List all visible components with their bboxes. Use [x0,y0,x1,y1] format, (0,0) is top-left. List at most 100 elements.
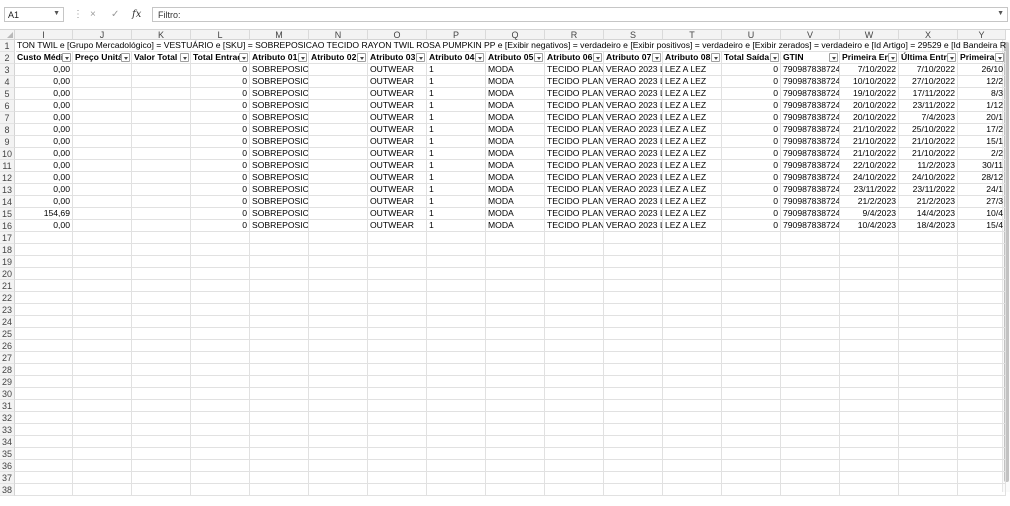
table-cell[interactable]: SOBREPOSICAO [250,112,309,124]
filter-dropdown-icon[interactable] [711,53,720,62]
empty-cell[interactable] [73,472,132,484]
empty-cell[interactable] [368,352,427,364]
table-cell[interactable]: TECIDO PLANO [545,100,604,112]
table-cell[interactable]: 22/10/2022 [840,160,899,172]
name-box[interactable]: A1 ▼ [4,7,64,22]
table-cell[interactable]: OUTWEAR [368,76,427,88]
empty-cell[interactable] [604,424,663,436]
empty-cell[interactable] [899,448,958,460]
table-cell[interactable]: 14/4/2023 [899,208,958,220]
empty-cell[interactable] [899,472,958,484]
table-cell[interactable] [132,88,191,100]
table-cell[interactable]: 1 [427,172,486,184]
table-cell[interactable] [132,184,191,196]
empty-cell[interactable] [73,232,132,244]
empty-cell[interactable] [958,328,1006,340]
empty-cell[interactable] [309,424,368,436]
empty-cell[interactable] [899,364,958,376]
empty-cell[interactable] [663,256,722,268]
empty-cell[interactable] [309,376,368,388]
empty-cell[interactable] [604,292,663,304]
table-header-cell[interactable]: Primeira Ent [840,52,899,64]
table-cell[interactable]: SOBREPOSICAO [250,148,309,160]
empty-cell[interactable] [899,328,958,340]
empty-cell[interactable] [368,472,427,484]
empty-cell[interactable] [132,256,191,268]
empty-cell[interactable] [722,292,781,304]
empty-cell[interactable] [958,232,1006,244]
empty-cell[interactable] [899,280,958,292]
column-header-p[interactable]: P [427,30,486,40]
table-cell[interactable] [309,184,368,196]
table-cell[interactable]: LEZ A LEZ [663,112,722,124]
empty-cell[interactable] [427,484,486,496]
empty-cell[interactable] [722,352,781,364]
empty-cell[interactable] [545,352,604,364]
table-cell[interactable]: 0 [722,220,781,232]
empty-cell[interactable] [840,376,899,388]
table-cell[interactable] [73,136,132,148]
empty-cell[interactable] [663,388,722,400]
empty-cell[interactable] [250,304,309,316]
empty-cell[interactable] [250,256,309,268]
table-cell[interactable]: SOBREPOSICAO [250,160,309,172]
empty-cell[interactable] [840,436,899,448]
table-cell[interactable] [73,220,132,232]
empty-cell[interactable] [73,292,132,304]
empty-cell[interactable] [722,484,781,496]
table-cell[interactable]: VERAO 2023 LEZ [604,112,663,124]
empty-cell[interactable] [132,304,191,316]
table-cell[interactable]: 24/1 [958,184,1006,196]
table-cell[interactable]: 23/11/2022 [899,184,958,196]
empty-cell[interactable] [73,484,132,496]
table-cell[interactable]: TECIDO PLANO [545,76,604,88]
empty-cell[interactable] [958,244,1006,256]
table-cell[interactable]: TECIDO PLANO [545,88,604,100]
empty-cell[interactable] [486,412,545,424]
empty-cell[interactable] [486,268,545,280]
table-cell[interactable] [73,76,132,88]
empty-cell[interactable] [604,328,663,340]
table-cell[interactable]: 21/10/2022 [840,124,899,136]
filter-dropdown-icon[interactable] [770,53,779,62]
table-cell[interactable] [73,184,132,196]
table-cell[interactable]: 0,00 [15,76,73,88]
empty-cell[interactable] [545,292,604,304]
empty-cell[interactable] [604,340,663,352]
cancel-icon[interactable]: × [90,8,96,21]
empty-cell[interactable] [15,472,73,484]
empty-cell[interactable] [427,268,486,280]
table-cell[interactable]: TECIDO PLANO [545,112,604,124]
empty-cell[interactable] [604,364,663,376]
table-cell[interactable]: VERAO 2023 LEZ [604,64,663,76]
table-cell[interactable]: SOBREPOSICAO [250,136,309,148]
empty-cell[interactable] [132,244,191,256]
table-cell[interactable] [132,208,191,220]
empty-cell[interactable] [250,448,309,460]
empty-cell[interactable] [840,340,899,352]
empty-cell[interactable] [368,424,427,436]
row-header-19[interactable]: 19 [0,256,15,268]
row-header-33[interactable]: 33 [0,424,15,436]
select-all-corner[interactable] [0,30,15,40]
empty-cell[interactable] [604,412,663,424]
filter-dropdown-icon[interactable] [995,53,1004,62]
table-cell[interactable]: LEZ A LEZ [663,160,722,172]
empty-cell[interactable] [73,364,132,376]
empty-cell[interactable] [663,484,722,496]
table-header-cell[interactable]: Atributo 02 [309,52,368,64]
empty-cell[interactable] [250,460,309,472]
empty-cell[interactable] [73,424,132,436]
table-cell[interactable]: 7909878387240 [781,148,840,160]
row-header-4[interactable]: 4 [0,76,15,88]
empty-cell[interactable] [250,424,309,436]
empty-cell[interactable] [840,412,899,424]
empty-cell[interactable] [15,340,73,352]
table-cell[interactable]: 0,00 [15,184,73,196]
table-cell[interactable]: 0 [191,76,250,88]
table-cell[interactable]: LEZ A LEZ [663,148,722,160]
table-cell[interactable] [309,220,368,232]
empty-cell[interactable] [722,340,781,352]
table-cell[interactable]: 21/10/2022 [899,136,958,148]
table-cell[interactable] [73,208,132,220]
